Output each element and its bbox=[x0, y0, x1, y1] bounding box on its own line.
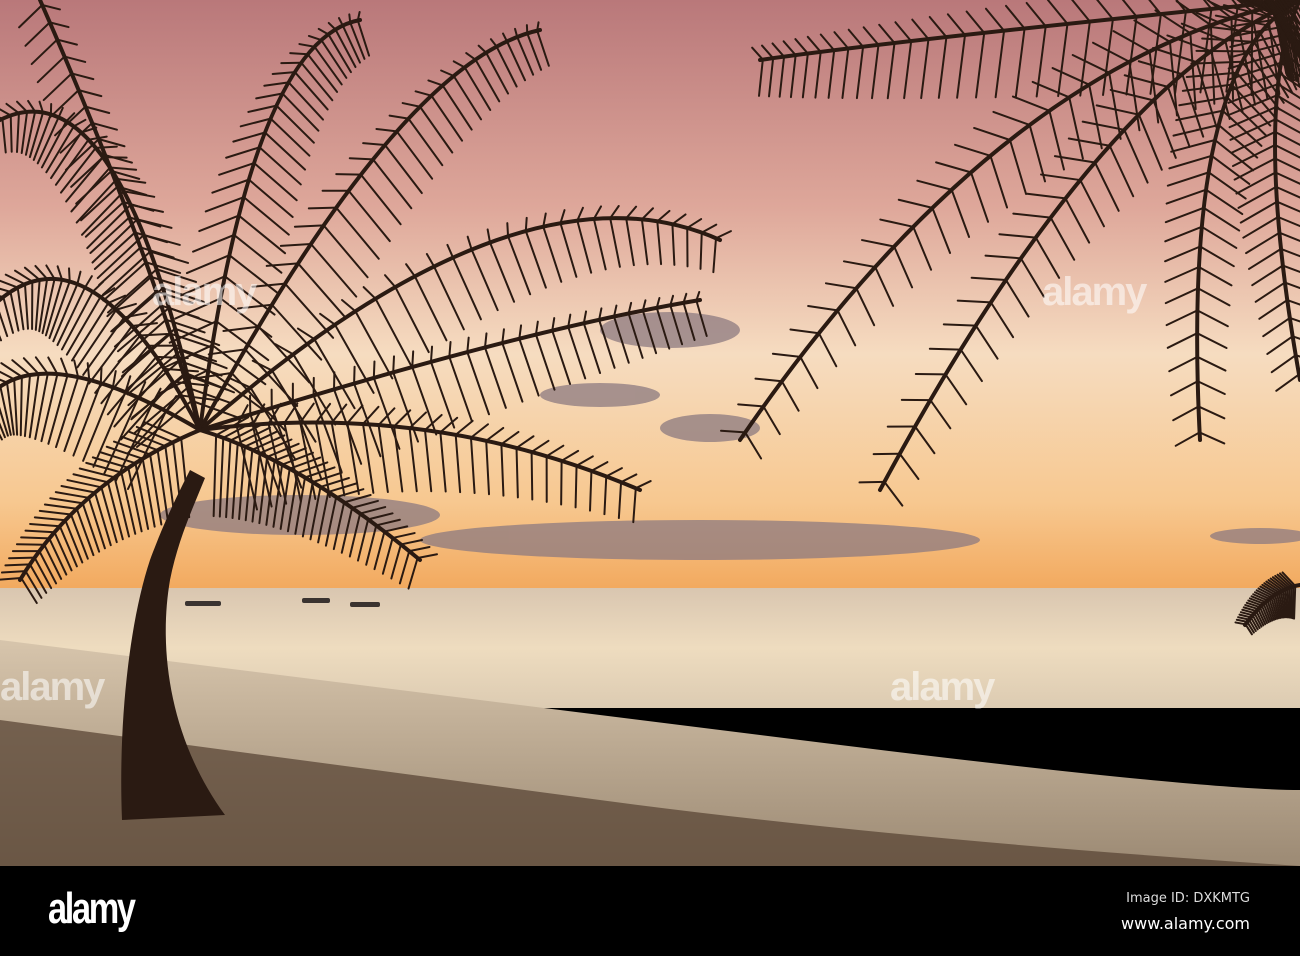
site-url[interactable]: www.alamy.com bbox=[1121, 914, 1250, 933]
stock-photo-page: alamy alamy alamy alamy alamy Image ID: … bbox=[0, 0, 1300, 956]
image-id: Image ID: DXKMTG bbox=[1126, 891, 1250, 906]
watermark-logo: alamy bbox=[0, 665, 105, 709]
watermark-logo: alamy bbox=[890, 665, 995, 709]
alamy-logo: alamy bbox=[48, 884, 136, 933]
watermark-logo: alamy bbox=[1042, 270, 1147, 314]
watermark-logo: alamy bbox=[152, 270, 257, 314]
sunset-beach-photo bbox=[0, 0, 1300, 866]
footer-bar: alamy Image ID: DXKMTG www.alamy.com bbox=[0, 866, 1300, 956]
